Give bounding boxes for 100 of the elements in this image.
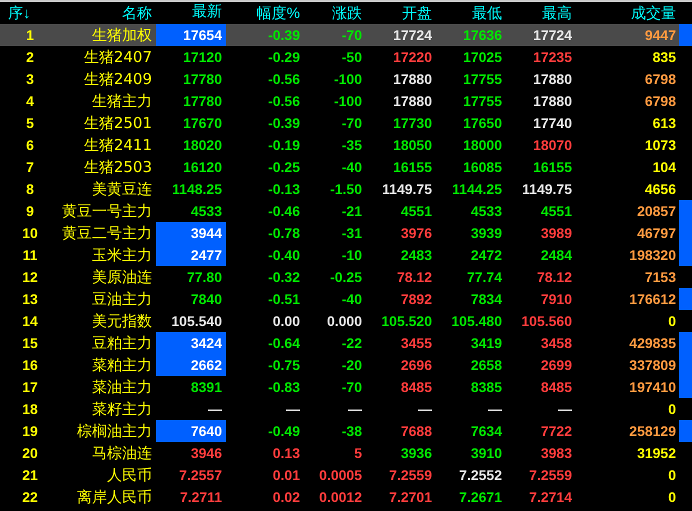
quote-row[interactable]: 20 马棕油连 3946 0.13 5 3936 3910 3983 31952: [0, 442, 692, 464]
table-cell-text: 3936: [400, 444, 432, 463]
instrument-name: 生猪2501: [82, 114, 152, 132]
table-cell-text: 105.480: [450, 312, 502, 331]
table-cell-text: 18070: [532, 136, 572, 155]
table-cell-text: 3989: [540, 224, 572, 243]
table-cell-text: 17650: [462, 114, 502, 133]
quote-row[interactable]: 12 美原油连 77.80 -0.32 -0.25 78.12 77.74 78.12 7153: [0, 266, 692, 288]
quote-row[interactable]: 8 美黄豆连 1148.25 -0.13 -1.50 1149.75 1144.25 1149.75 4656: [0, 178, 692, 200]
table-cell-text: -1.50: [329, 180, 362, 199]
table-cell-text: -0.29: [267, 48, 300, 67]
table-cell-text: 613: [652, 114, 676, 133]
table-cell-text: 7153: [644, 268, 676, 287]
table-cell: 3944: [156, 222, 226, 244]
table-cell-text: 2699: [540, 356, 572, 375]
quote-row[interactable]: 10 黄豆二号主力 3944 -0.78 -31 3976 3939 3989 46797: [0, 222, 692, 244]
quote-row[interactable]: 14 美元指数 105.540 0.00 0.000 105.520 105.480 105.560 0: [0, 310, 692, 332]
quote-row[interactable]: 19 棕榈油主力 7640 -0.49 -38 7688 7634 7722 258129: [0, 420, 692, 442]
quote-row[interactable]: 13 豆油主力 7840 -0.51 -40 7892 7834 7910 176612: [0, 288, 692, 310]
table-cell-text: 0.00: [272, 312, 300, 331]
instrument-name: 美元指数: [91, 312, 152, 330]
table-cell-text: 8485: [400, 378, 432, 397]
quote-row[interactable]: 2 生猪2407 17120 -0.29 -50 17220 17025 17235 835: [0, 46, 692, 68]
table-cell-text: 31952: [636, 444, 676, 463]
quote-row[interactable]: 17 菜油主力 8391 -0.83 -70 8485 8385 8485 197410: [0, 376, 692, 398]
table-cell-text: 18000: [462, 136, 502, 155]
quote-row[interactable]: 3 生猪2409 17780 -0.56 -100 17880 17755 17880 6798: [0, 68, 692, 90]
table-cell-text: 17880: [532, 92, 572, 111]
instrument-name: 生猪2407: [82, 48, 152, 66]
table-cell-text: -70: [340, 114, 362, 133]
column-header[interactable]: 名称: [56, 4, 152, 22]
quote-row[interactable]: 22 离岸人民币 7.2711 0.02 0.0012 7.2701 7.2671 7.2714 0: [0, 486, 692, 508]
row-number: 13: [21, 291, 39, 307]
column-header[interactable]: 最新: [156, 2, 226, 24]
table-cell-text: 6798: [644, 70, 676, 89]
table-cell-text: 16120: [182, 158, 223, 177]
table-cell-text: 4533: [190, 202, 223, 221]
table-cell-text: 17120: [182, 48, 223, 67]
table-cell-text: 17880: [392, 92, 432, 111]
instrument-name: 菜油主力: [91, 378, 152, 396]
column-header[interactable]: 成交量: [572, 4, 676, 22]
table-cell-text: —: [487, 400, 502, 419]
table-cell-text: 16085: [462, 158, 502, 177]
quote-row[interactable]: 15 豆粕主力 3424 -0.64 -22 3455 3419 3458 429835: [0, 332, 692, 354]
quote-row[interactable]: 5 生猪2501 17670 -0.39 -70 17730 17650 17740 613: [0, 112, 692, 134]
row-number: 22: [21, 489, 39, 505]
column-header[interactable]: 最低: [432, 4, 502, 22]
table-cell-text: 9447: [644, 26, 676, 45]
table-cell-text: 78.12: [396, 268, 432, 287]
quote-row[interactable]: 21 人民币 7.2557 0.01 0.0005 7.2559 7.2552 7.2559 0: [0, 464, 692, 486]
table-cell-text: 18020: [182, 136, 223, 155]
column-header[interactable]: 序↓: [0, 4, 56, 22]
quote-row[interactable]: 4 生猪主力 17780 -0.56 -100 17880 17755 17880 6798: [0, 90, 692, 112]
quote-row[interactable]: 11 玉米主力 2477 -0.40 -10 2483 2472 2484 198320: [0, 244, 692, 266]
instrument-name: 生猪主力: [91, 92, 152, 110]
table-cell-text: 258129: [628, 422, 676, 441]
quote-row[interactable]: 6 生猪2411 18020 -0.19 -35 18050 18000 18070 1073: [0, 134, 692, 156]
table-cell-text: -0.56: [267, 70, 300, 89]
column-header[interactable]: 开盘: [362, 4, 432, 22]
table-cell-text: 17880: [532, 70, 572, 89]
table-cell-text: 17670: [182, 114, 223, 133]
table-cell-text: -0.56: [267, 92, 300, 111]
quote-row[interactable]: 1 生猪加权 17654 -0.39 -70 17724 17636 17724 9447: [0, 24, 692, 46]
instrument-name: 菜粕主力: [91, 356, 152, 374]
quote-row[interactable]: 18 菜籽主力 — — — — — — 0: [0, 398, 692, 420]
column-header[interactable]: 最高: [502, 4, 572, 22]
table-cell-text: 0.02: [272, 488, 300, 507]
table-cell-text: 1149.75: [381, 180, 432, 199]
table-cell-text: 17780: [182, 70, 223, 89]
row-number: 17: [21, 379, 39, 395]
table-cell-text: -38: [340, 422, 362, 441]
table-cell-text: 8391: [190, 378, 223, 397]
row-number: 18: [21, 401, 39, 417]
table-cell-text: —: [557, 400, 572, 419]
table-cell-text: 17025: [462, 48, 502, 67]
column-header[interactable]: 涨跌: [300, 4, 362, 22]
table-cell-text: 0: [667, 312, 676, 331]
table-cell-text: 78.12: [536, 268, 572, 287]
table-cell-text: 17755: [462, 70, 502, 89]
quote-row[interactable]: 16 菜粕主力 2662 -0.75 -20 2696 2658 2699 337809: [0, 354, 692, 376]
quote-row[interactable]: 9 黄豆一号主力 4533 -0.46 -21 4551 4533 4551 20857: [0, 200, 692, 222]
instrument-name: 美黄豆连: [91, 180, 152, 198]
table-cell-text: -35: [340, 136, 362, 155]
table-cell-text: 3910: [470, 444, 502, 463]
table-cell-text: 1148.25: [171, 180, 223, 199]
table-cell-text: 1073: [644, 136, 676, 155]
table-cell-text: 2484: [540, 246, 572, 265]
table-cell-text: 2472: [470, 246, 502, 265]
column-header[interactable]: 幅度%: [226, 4, 300, 22]
table-cell-text: 20857: [636, 202, 676, 221]
table-cell-text: 4551: [400, 202, 432, 221]
table-cell-text: 7722: [540, 422, 572, 441]
row-number: 15: [21, 335, 39, 351]
quote-row[interactable]: 7 生猪2503 16120 -0.25 -40 16155 16085 16155 104: [0, 156, 692, 178]
table-cell-text: -0.75: [267, 356, 300, 375]
table-cell-text: 176612: [628, 290, 676, 309]
table-cell-text: 17730: [392, 114, 432, 133]
table-cell: 7640: [156, 420, 226, 442]
table-cell-text: 4533: [470, 202, 502, 221]
table-cell-text: 17780: [182, 92, 223, 111]
